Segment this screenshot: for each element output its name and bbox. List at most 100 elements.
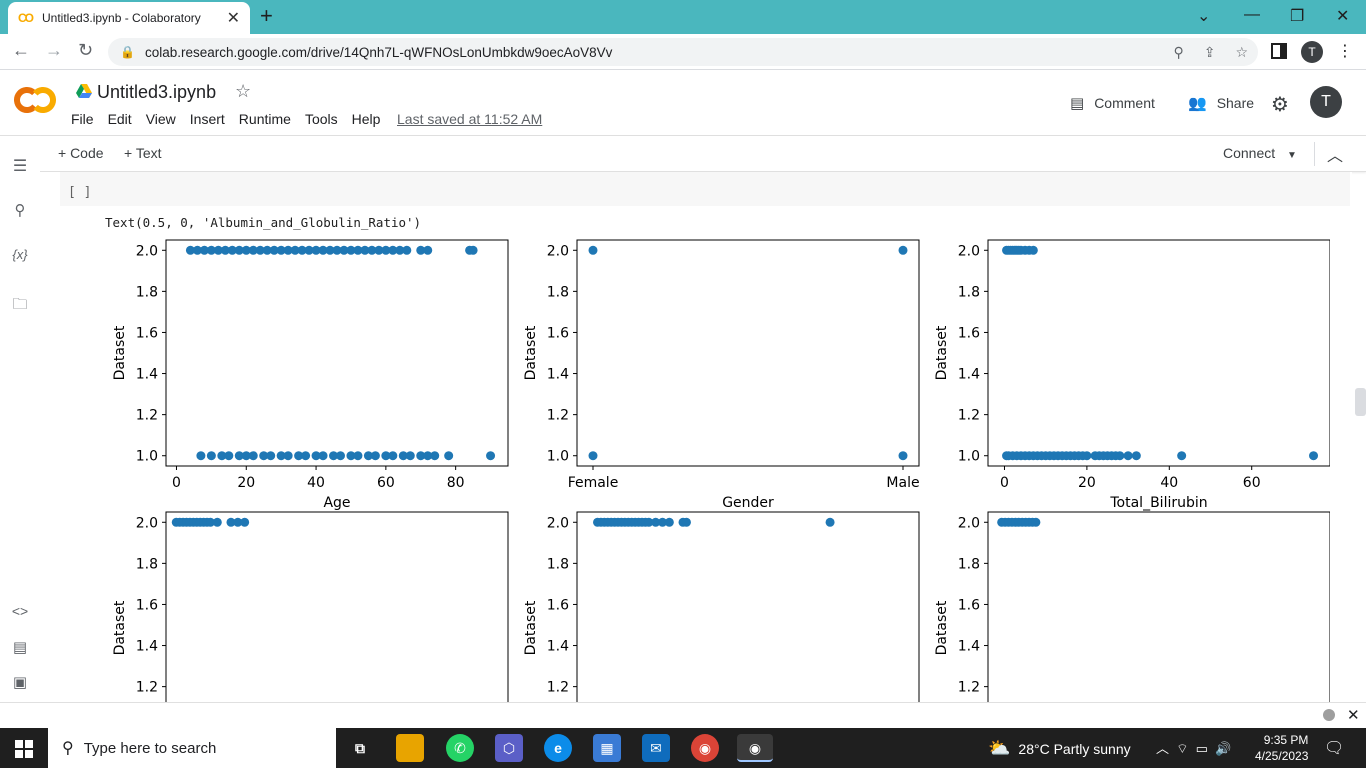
chrome-icon[interactable]: ◉ <box>691 734 719 762</box>
profile-avatar[interactable]: T <box>1301 41 1323 63</box>
plot-axes-frame <box>165 239 509 467</box>
restore-icon[interactable]: ❐ <box>1290 6 1304 26</box>
x-tick-label: 60 <box>377 475 395 491</box>
tab-search-icon[interactable]: ⌄ <box>1197 6 1210 26</box>
menu-edit[interactable]: Edit <box>108 111 132 127</box>
copilot-icon[interactable]: ⬡ <box>495 734 523 762</box>
notifications-icon[interactable]: 🗨 <box>1324 738 1344 758</box>
scatter-point <box>1309 451 1319 461</box>
edge-icon[interactable]: e <box>544 734 572 762</box>
chrome-active-icon[interactable]: ◉ <box>737 734 773 762</box>
scatter-point <box>1177 451 1187 461</box>
people-icon: 👥 <box>1188 95 1207 112</box>
add-text-button[interactable]: + Text <box>124 145 162 161</box>
google-drive-icon[interactable] <box>76 83 92 99</box>
code-cell[interactable] <box>60 172 1350 206</box>
windows-start-icon[interactable] <box>15 740 33 758</box>
notebook-title[interactable]: Untitled3.ipynb <box>97 82 216 103</box>
scatter-point <box>196 451 206 461</box>
taskbar-clock[interactable]: 9:35 PM 4/25/2023 <box>1255 732 1308 764</box>
last-saved-link[interactable]: Last saved at 11:52 AM <box>397 111 542 127</box>
scatter-point <box>588 451 598 461</box>
y-axis-label: Dataset <box>934 600 950 655</box>
execution-count[interactable]: [ ] <box>68 185 91 200</box>
account-avatar[interactable]: T <box>1310 86 1342 118</box>
side-panel-icon[interactable] <box>1271 43 1287 59</box>
scatter-point <box>405 451 415 461</box>
variables-icon[interactable]: {x} <box>0 247 40 262</box>
notebook-content: [ ] Text(0.5, 0, 'Albumin_and_Globulin_R… <box>40 172 1352 702</box>
y-tick-label: 1.4 <box>136 367 158 383</box>
scrollbar-thumb[interactable] <box>1355 388 1366 416</box>
share-page-icon[interactable]: ⇪ <box>1204 44 1216 61</box>
y-tick-label: 2.0 <box>136 515 158 531</box>
taskbar-search[interactable]: ⚲ Type here to search <box>48 728 336 768</box>
scatter-point <box>898 451 908 461</box>
x-tick-label: 0 <box>172 475 181 491</box>
menu-file[interactable]: File <box>71 111 94 127</box>
gear-icon[interactable]: ⚙ <box>1271 92 1289 117</box>
scatter-point <box>898 245 908 255</box>
whatsapp-icon[interactable]: ✆ <box>446 734 474 762</box>
x-tick-label: 40 <box>307 475 325 491</box>
browser-tab[interactable]: CO Untitled3.ipynb - Colaboratory ✕ <box>8 2 250 34</box>
menu-insert[interactable]: Insert <box>190 111 225 127</box>
menu-tools[interactable]: Tools <box>305 111 338 127</box>
y-tick-label: 2.0 <box>136 243 158 259</box>
reload-icon[interactable]: ↻ <box>78 40 93 61</box>
start-quad-3 <box>15 750 23 758</box>
star-icon[interactable]: ☆ <box>235 81 251 102</box>
scatter-point <box>224 451 234 461</box>
scatter-point <box>1028 245 1038 255</box>
connect-button[interactable]: Connect ▼ <box>1223 145 1297 161</box>
share-button[interactable]: 👥 Share <box>1188 94 1254 112</box>
scatter-point <box>444 451 454 461</box>
close-tab-icon[interactable]: ✕ <box>227 8 240 28</box>
store-icon[interactable]: ▦ <box>593 734 621 762</box>
colab-header: Untitled3.ipynb ☆ File Edit View Insert … <box>0 70 1366 136</box>
y-tick-label: 1.0 <box>547 449 569 465</box>
system-tray-icons[interactable]: ︿ ⌔ ▭ 🔊 <box>1156 738 1231 757</box>
mail-icon[interactable]: ✉ <box>642 734 670 762</box>
scatter-point <box>301 451 311 461</box>
start-quad-1 <box>15 740 23 748</box>
omnibox[interactable]: 🔒 colab.research.google.com/drive/14Qnh7… <box>108 38 1258 66</box>
x-tick-label: 20 <box>1078 475 1096 491</box>
table-of-contents-icon[interactable]: ☰ <box>0 156 40 176</box>
new-tab-icon[interactable]: + <box>260 5 273 27</box>
folder-icon[interactable]: 🗀 <box>0 294 40 319</box>
close-window-icon[interactable]: ✕ <box>1336 6 1349 26</box>
weather-widget[interactable]: ⛅ 28°C Partly sunny <box>988 738 1131 759</box>
menu-runtime[interactable]: Runtime <box>239 111 291 127</box>
add-code-button[interactable]: + Code <box>58 145 104 161</box>
zoom-search-icon[interactable]: ⚲ <box>1173 44 1183 61</box>
menu-view[interactable]: View <box>146 111 176 127</box>
bookmark-star-icon[interactable]: ☆ <box>1235 44 1248 61</box>
close-status-icon[interactable]: ✕ <box>1347 706 1360 724</box>
terminal-icon[interactable]: ▣ <box>0 673 40 691</box>
chrome-menu-icon[interactable]: ⋮ <box>1337 41 1353 61</box>
x-tick-label: Female <box>568 475 619 491</box>
minimize-icon[interactable]: — <box>1244 6 1260 24</box>
url-text[interactable]: colab.research.google.com/drive/14Qnh7L-… <box>145 45 1163 60</box>
x-tick-label: 20 <box>237 475 255 491</box>
plot-axes-frame <box>576 239 920 467</box>
search-icon[interactable]: ⚲ <box>0 201 40 219</box>
colab-logo-icon[interactable] <box>14 84 56 116</box>
menu-help[interactable]: Help <box>352 111 381 127</box>
task-view-icon[interactable]: ⧉ <box>346 734 374 762</box>
forward-icon[interactable]: → <box>45 40 63 61</box>
y-tick-label: 1.2 <box>136 680 158 696</box>
y-tick-label: 1.6 <box>547 325 569 341</box>
collapse-header-icon[interactable]: ︿ <box>1327 142 1343 166</box>
lock-icon[interactable]: 🔒 <box>120 45 135 59</box>
y-tick-label: 1.6 <box>958 597 980 613</box>
connect-label: Connect <box>1223 145 1276 161</box>
back-icon[interactable]: ← <box>12 40 30 61</box>
comment-button[interactable]: ▤ Comment <box>1070 94 1155 112</box>
code-snippets-icon[interactable]: <> <box>0 603 40 619</box>
command-palette-icon[interactable]: ▤ <box>0 638 40 656</box>
y-tick-label: 1.4 <box>547 639 569 655</box>
file-explorer-icon[interactable] <box>396 734 424 762</box>
plot-axes-frame <box>576 511 920 702</box>
